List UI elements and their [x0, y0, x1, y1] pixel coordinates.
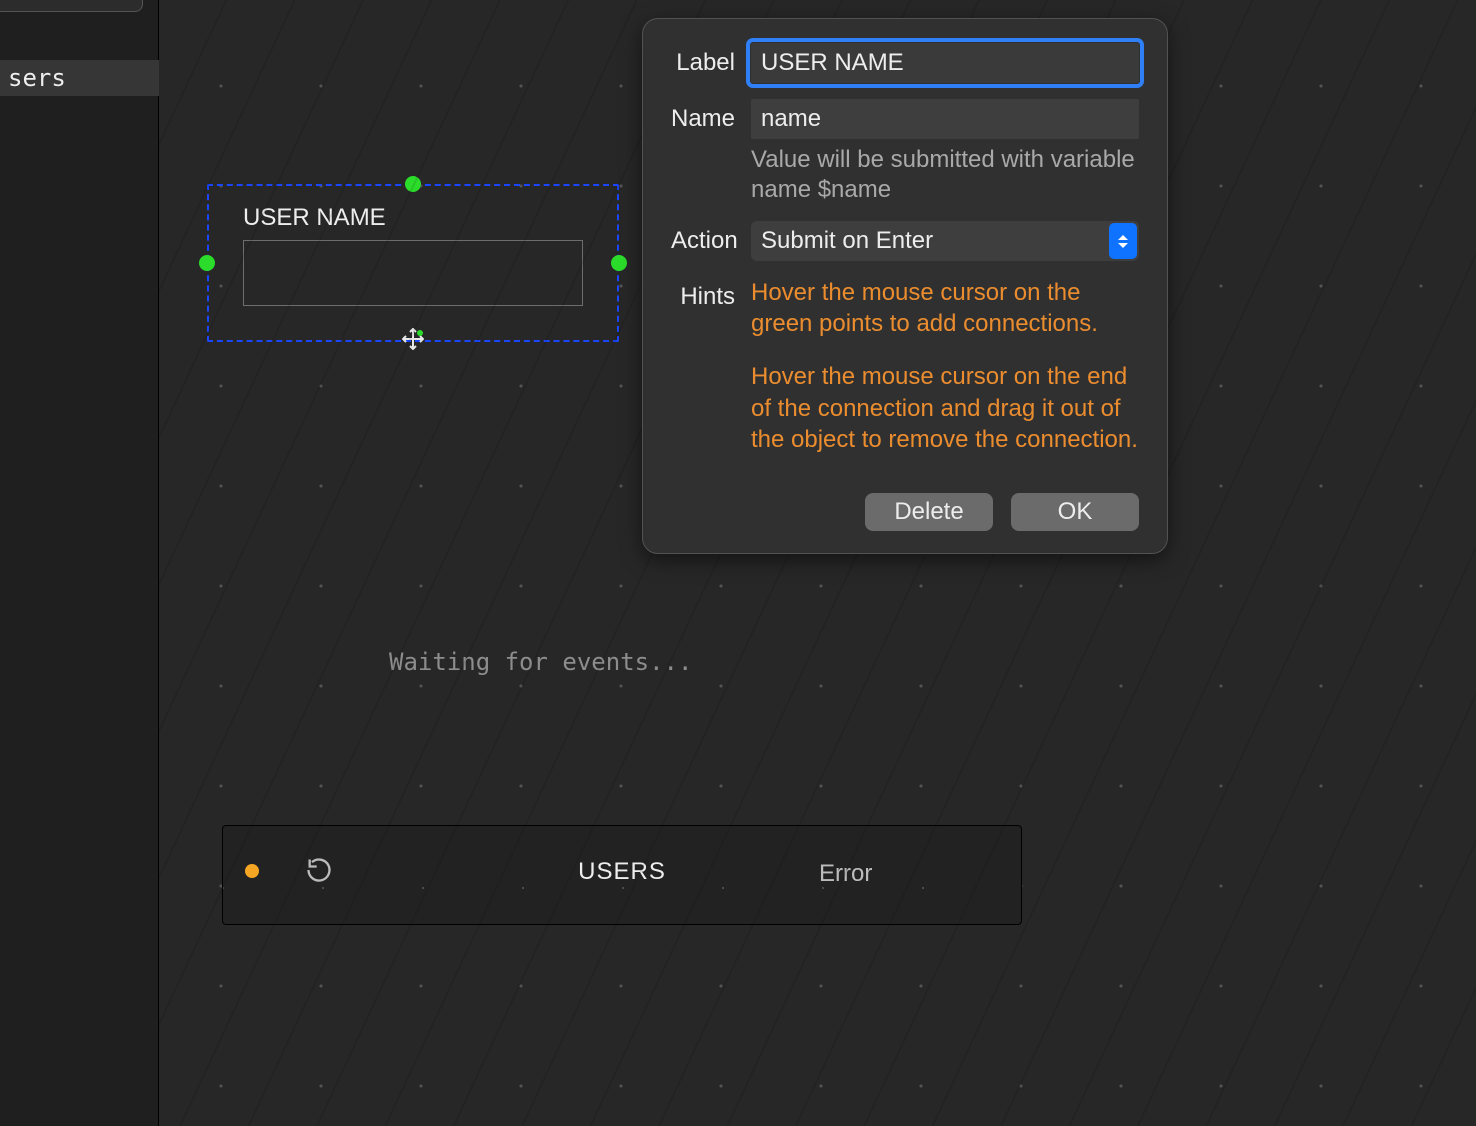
sidebar-search-stub[interactable] [0, 0, 143, 12]
canvas-node[interactable]: USER NAME [207, 184, 619, 342]
node-input-preview[interactable] [243, 240, 583, 306]
node-body: USER NAME [243, 204, 583, 306]
name-helper-text: Value will be submitted with variable na… [751, 145, 1139, 205]
delete-button[interactable]: Delete [865, 493, 993, 531]
row-label-label: Label [671, 43, 751, 83]
thumbnail-title: USERS [223, 858, 1021, 886]
node-label: USER NAME [243, 204, 583, 232]
thumbnail-card[interactable]: USERS Error [222, 825, 1022, 925]
waiting-text: Waiting for events... [389, 648, 692, 676]
thumbnail-error-label: Error [819, 860, 872, 888]
row-label-hints: Hints [671, 277, 751, 477]
action-select-value: Submit on Enter [761, 227, 933, 255]
chevrons-up-down-icon [1109, 223, 1137, 259]
connection-handle-top[interactable] [405, 176, 421, 192]
move-handle-icon[interactable] [402, 328, 424, 350]
connection-handle-right[interactable] [611, 255, 627, 271]
label-input[interactable] [751, 43, 1139, 83]
connection-handle-left[interactable] [199, 255, 215, 271]
sidebar: sers [0, 0, 159, 1126]
canvas[interactable]: USER NAME Label Name Value will be submi… [159, 0, 1476, 1126]
ok-button[interactable]: OK [1011, 493, 1139, 531]
row-label-name: Name [671, 99, 751, 205]
sidebar-item-label: sers [8, 64, 66, 92]
thumbnail-bar[interactable]: USERS Error [222, 825, 1022, 925]
properties-panel: Label Name Value will be submitted with … [642, 18, 1168, 554]
name-input[interactable] [751, 99, 1139, 139]
action-select[interactable]: Submit on Enter [751, 221, 1139, 261]
row-label-action: Action [671, 221, 751, 261]
sidebar-item-users[interactable]: sers [0, 60, 159, 96]
hints-text: Hover the mouse cursor on the green poin… [751, 277, 1139, 477]
